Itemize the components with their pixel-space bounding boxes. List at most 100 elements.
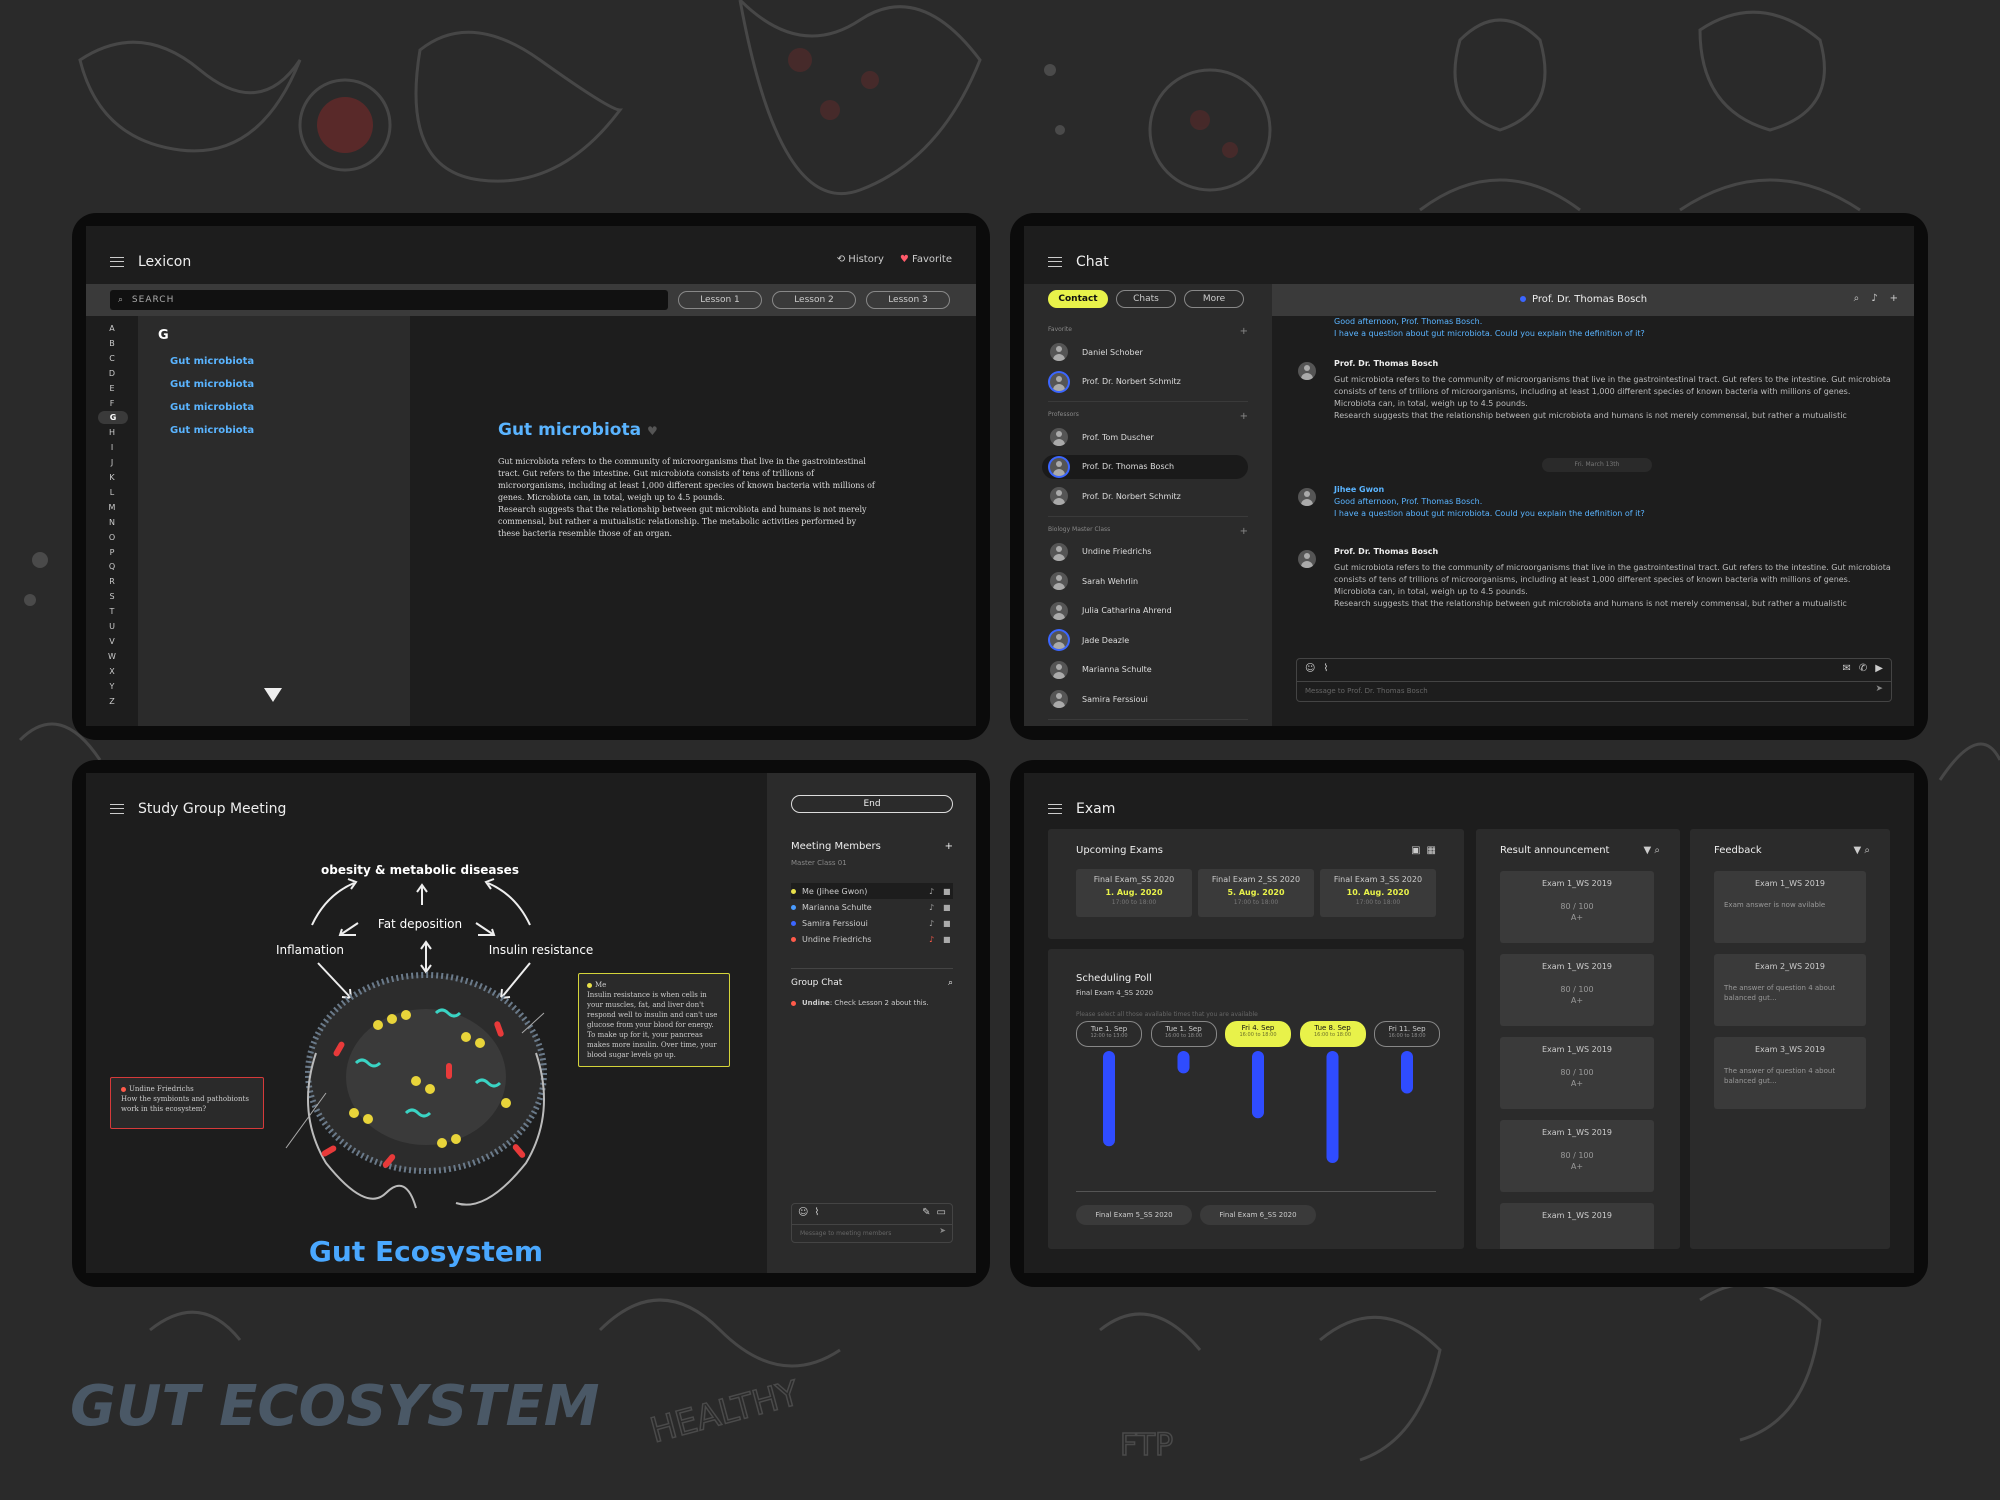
contact-item[interactable]: Undine Friedrichs xyxy=(1042,540,1248,564)
result-item[interactable]: Gut microbiota xyxy=(170,379,254,402)
contact-item[interactable]: Marianna Schulte xyxy=(1042,658,1248,682)
attach-icon[interactable]: ⌇ xyxy=(1323,663,1328,674)
alphabet-letter[interactable]: K xyxy=(86,471,138,484)
bell-icon[interactable]: ♪ xyxy=(1871,293,1877,304)
upcoming-exam-card[interactable]: Final Exam 3_SS 2020 10. Aug. 2020 17:00 t… xyxy=(1320,869,1436,917)
camera-icon[interactable]: ■ xyxy=(943,903,953,912)
annotation-left[interactable]: Undine Friedrichs How the symbionts and … xyxy=(110,1077,264,1129)
feedback-card[interactable]: Exam 2_WS 2019 The answer of question 4 a… xyxy=(1714,954,1866,1026)
mic-icon[interactable]: ♪ xyxy=(929,903,943,912)
contact-item[interactable]: Prof. Tom Duscher xyxy=(1042,425,1248,449)
favorite-heart-icon[interactable]: ♥ xyxy=(647,424,658,438)
mic-icon[interactable]: ♪ xyxy=(929,887,943,896)
meeting-member[interactable]: Undine Friedrichs ♪ ■ xyxy=(791,931,953,947)
search-icon[interactable]: ⌕ xyxy=(1654,845,1660,856)
alphabet-letter[interactable]: F xyxy=(86,397,138,410)
add-contact-icon[interactable]: + xyxy=(1240,526,1248,537)
menu-icon[interactable] xyxy=(110,257,124,267)
poll-slot[interactable]: Tue 8. Sep 16:00 to 18:00 xyxy=(1299,1021,1366,1047)
contact-item[interactable]: Prof. Dr. Thomas Bosch xyxy=(1042,454,1248,479)
alphabet-letter[interactable]: L xyxy=(86,486,138,499)
alphabet-letter[interactable]: P xyxy=(86,546,138,559)
add-user-icon[interactable]: + xyxy=(1890,293,1898,304)
whiteboard-icon[interactable]: ▭ xyxy=(937,1207,946,1218)
emoji-icon[interactable]: ☺ xyxy=(1305,663,1315,674)
poll-slot[interactable]: Fri 4. Sep 16:00 to 18:00 xyxy=(1225,1021,1291,1047)
poll-more-item[interactable]: Final Exam 6_SS 2020 xyxy=(1200,1205,1316,1225)
result-item[interactable]: Gut microbiota xyxy=(170,425,254,448)
alphabet-letter[interactable]: T xyxy=(86,605,138,618)
alphabet-letter[interactable]: Q xyxy=(86,560,138,573)
search-input[interactable]: SEARCH xyxy=(132,295,174,305)
contact-item[interactable]: Samira Ferssioui xyxy=(1042,687,1248,711)
alphabet-letter[interactable]: U xyxy=(86,620,138,633)
calendar-icon[interactable]: ▣ xyxy=(1411,845,1420,856)
alphabet-letter[interactable]: G xyxy=(98,411,128,425)
annotation-right[interactable]: Me Insulin resistance is when cells in y… xyxy=(578,973,730,1067)
alphabet-letter[interactable]: J xyxy=(86,456,138,469)
search-box[interactable]: ⌕ SEARCH xyxy=(110,290,668,310)
send-icon[interactable]: ➤ xyxy=(939,1226,946,1235)
meeting-member[interactable]: Marianna Schulte ♪ ■ xyxy=(791,899,953,915)
alphabet-letter[interactable]: I xyxy=(86,441,138,454)
upcoming-exam-card[interactable]: Final Exam 2_SS 2020 5. Aug. 2020 17:00 to… xyxy=(1198,869,1314,917)
menu-icon[interactable] xyxy=(1048,257,1062,267)
history-link[interactable]: ⟲ History xyxy=(837,254,884,265)
alphabet-letter[interactable]: D xyxy=(86,367,138,380)
add-member-icon[interactable]: + xyxy=(945,841,953,852)
feedback-card[interactable]: Exam 3_WS 2019 The answer of question 4 a… xyxy=(1714,1037,1866,1109)
camera-icon[interactable]: ■ xyxy=(943,887,953,896)
contact-item[interactable]: Jade Deazle xyxy=(1042,628,1248,652)
alphabet-letter[interactable]: N xyxy=(86,516,138,529)
contact-item[interactable]: Sarah Wehrlin xyxy=(1042,569,1248,593)
result-card[interactable]: Exam 1_WS 2019 80 / 100 A+ xyxy=(1500,1037,1654,1109)
poll-more-item[interactable]: Final Exam 5_SS 2020 xyxy=(1076,1205,1192,1225)
poll-slot[interactable]: Tue 1. Sep 16:00 to 18:00 xyxy=(1150,1021,1217,1047)
message-input[interactable]: Message to Prof. Dr. Thomas Bosch xyxy=(1297,681,1891,701)
upcoming-exam-card[interactable]: Final Exam_SS 2020 1. Aug. 2020 17:00 to 1… xyxy=(1076,869,1192,917)
filter-icon[interactable]: ▼ xyxy=(1854,845,1862,856)
tab-more[interactable]: More xyxy=(1184,290,1244,308)
alphabet-letter[interactable]: Z xyxy=(86,695,138,708)
alphabet-letter[interactable]: M xyxy=(86,501,138,514)
tab-contact[interactable]: Contact xyxy=(1048,290,1108,308)
result-card[interactable]: Exam 1_WS 2019 80 / 100 A+ xyxy=(1500,1120,1654,1192)
alphabet-letter[interactable]: O xyxy=(86,531,138,544)
camera-icon[interactable]: ■ xyxy=(943,935,953,944)
lesson-2-button[interactable]: Lesson 2 xyxy=(772,291,856,309)
contact-item[interactable]: Daniel Schober xyxy=(1042,340,1248,364)
attach-icon[interactable]: ⌇ xyxy=(814,1207,819,1218)
meeting-member[interactable]: Samira Ferssioui ♪ ■ xyxy=(791,915,953,931)
mic-icon[interactable]: ♪ xyxy=(929,935,943,944)
lesson-1-button[interactable]: Lesson 1 xyxy=(678,291,762,309)
contact-item[interactable]: Julia Catharina Ahrend xyxy=(1042,599,1248,623)
alphabet-letter[interactable]: R xyxy=(86,575,138,588)
search-icon[interactable]: ⌕ xyxy=(1854,293,1860,304)
alphabet-letter[interactable]: S xyxy=(86,590,138,603)
meeting-message-input[interactable]: Message to meeting members xyxy=(792,1224,952,1242)
phone-icon[interactable]: ✆ xyxy=(1859,663,1867,674)
send-icon[interactable]: ➤ xyxy=(1875,684,1883,694)
end-button[interactable]: End xyxy=(791,795,953,813)
tab-chats[interactable]: Chats xyxy=(1116,290,1176,308)
alphabet-letter[interactable]: X xyxy=(86,665,138,678)
search-icon[interactable]: ⌕ xyxy=(948,978,953,988)
scroll-down-icon[interactable] xyxy=(264,688,282,702)
emoji-icon[interactable]: ☺ xyxy=(798,1207,808,1218)
alphabet-letter[interactable]: A xyxy=(86,322,138,335)
poll-slot[interactable]: Fri 11. Sep 16:00 to 18:00 xyxy=(1374,1021,1440,1047)
result-item[interactable]: Gut microbiota xyxy=(170,402,254,425)
mic-icon[interactable]: ♪ xyxy=(929,919,943,928)
calendar-grid-icon[interactable]: ▦ xyxy=(1427,845,1436,856)
result-card[interactable]: Exam 1_WS 2019 80 / 100 A+ xyxy=(1500,954,1654,1026)
feedback-card[interactable]: Exam 1_WS 2019 Exam answer is now avilabl… xyxy=(1714,871,1866,943)
menu-icon[interactable] xyxy=(1048,804,1062,814)
pen-icon[interactable]: ✎ xyxy=(922,1207,930,1218)
alphabet-letter[interactable]: W xyxy=(86,650,138,663)
result-item[interactable]: Gut microbiota xyxy=(170,356,254,379)
alphabet-letter[interactable]: B xyxy=(86,337,138,350)
video-icon[interactable]: ▶ xyxy=(1875,663,1883,674)
alphabet-letter[interactable]: C xyxy=(86,352,138,365)
search-icon[interactable]: ⌕ xyxy=(1864,845,1870,856)
add-contact-icon[interactable]: + xyxy=(1240,326,1248,337)
